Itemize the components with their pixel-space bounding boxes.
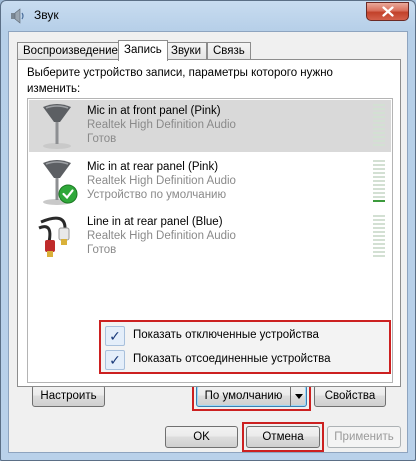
device-driver: Realtek High Definition Audio xyxy=(87,119,236,131)
microphone-icon xyxy=(43,104,71,149)
properties-button[interactable]: Свойства xyxy=(314,385,386,407)
device-item-front-mic[interactable]: Mic in at front panel (Pink) Realtek Hig… xyxy=(29,100,391,152)
level-meter xyxy=(373,104,387,148)
device-item-line-in[interactable]: Line in at rear panel (Blue) Realtek Hig… xyxy=(29,211,391,263)
tab-recording[interactable]: Запись xyxy=(118,40,168,61)
device-driver: Realtek High Definition Audio xyxy=(87,230,236,242)
configure-button[interactable]: Настроить xyxy=(32,385,105,407)
device-status: Устройство по умолчанию xyxy=(87,189,227,201)
tab-communications[interactable]: Связь xyxy=(207,42,251,60)
title-bar[interactable]: Звук xyxy=(1,1,415,31)
device-name: Mic in at rear panel (Pink) xyxy=(87,161,219,173)
menu-item-show-disconnected[interactable]: ✓ Показать отсоединенные устройства xyxy=(103,349,387,372)
apply-button[interactable]: Применить xyxy=(327,426,401,448)
device-status: Готов xyxy=(87,244,117,256)
menu-item-show-disabled[interactable]: ✓ Показать отключенные устройства xyxy=(103,325,387,348)
dropdown-arrow-button[interactable] xyxy=(290,386,306,406)
checkmark-icon: ✓ xyxy=(105,350,125,370)
tab-sounds[interactable]: Звуки xyxy=(165,42,208,60)
device-status: Готов xyxy=(87,133,117,145)
speaker-icon xyxy=(11,8,24,24)
device-list-context-menu: ✓ Показать отключенные устройства ✓ Пока… xyxy=(99,320,391,374)
tab-playback[interactable]: Воспроизведение xyxy=(17,42,124,60)
set-default-split-button[interactable]: По умолчанию xyxy=(196,385,307,407)
checkmark-icon: ✓ xyxy=(105,326,125,346)
menu-item-label: Показать отсоединенные устройства xyxy=(133,353,331,365)
microphone-default-icon xyxy=(43,160,78,205)
instruction-text: Выберите устройство записи, параметры ко… xyxy=(27,67,333,95)
close-button[interactable] xyxy=(366,2,409,21)
level-meter xyxy=(373,215,387,259)
device-name: Line in at rear panel (Blue) xyxy=(87,216,223,228)
cancel-button[interactable]: Отмена xyxy=(246,426,320,448)
device-driver: Realtek High Definition Audio xyxy=(87,175,236,187)
menu-item-label: Показать отключенные устройства xyxy=(133,329,319,341)
device-item-rear-mic[interactable]: Mic in at rear panel (Pink) Realtek High… xyxy=(29,156,391,208)
dialog-client-area: Воспроизведение Запись Звуки Связь Выбер… xyxy=(8,31,408,453)
device-name: Mic in at front panel (Pink) xyxy=(87,105,221,117)
chevron-down-icon xyxy=(294,394,303,399)
window-title: Звук xyxy=(34,8,59,22)
level-meter xyxy=(373,160,387,204)
set-default-label: По умолчанию xyxy=(204,390,283,402)
close-icon xyxy=(381,6,394,17)
ok-button[interactable]: OK xyxy=(165,426,238,448)
sound-dialog-window: Звук Воспроизведение Запись Звуки Связь … xyxy=(0,0,416,461)
line-in-cable-icon xyxy=(38,216,70,257)
